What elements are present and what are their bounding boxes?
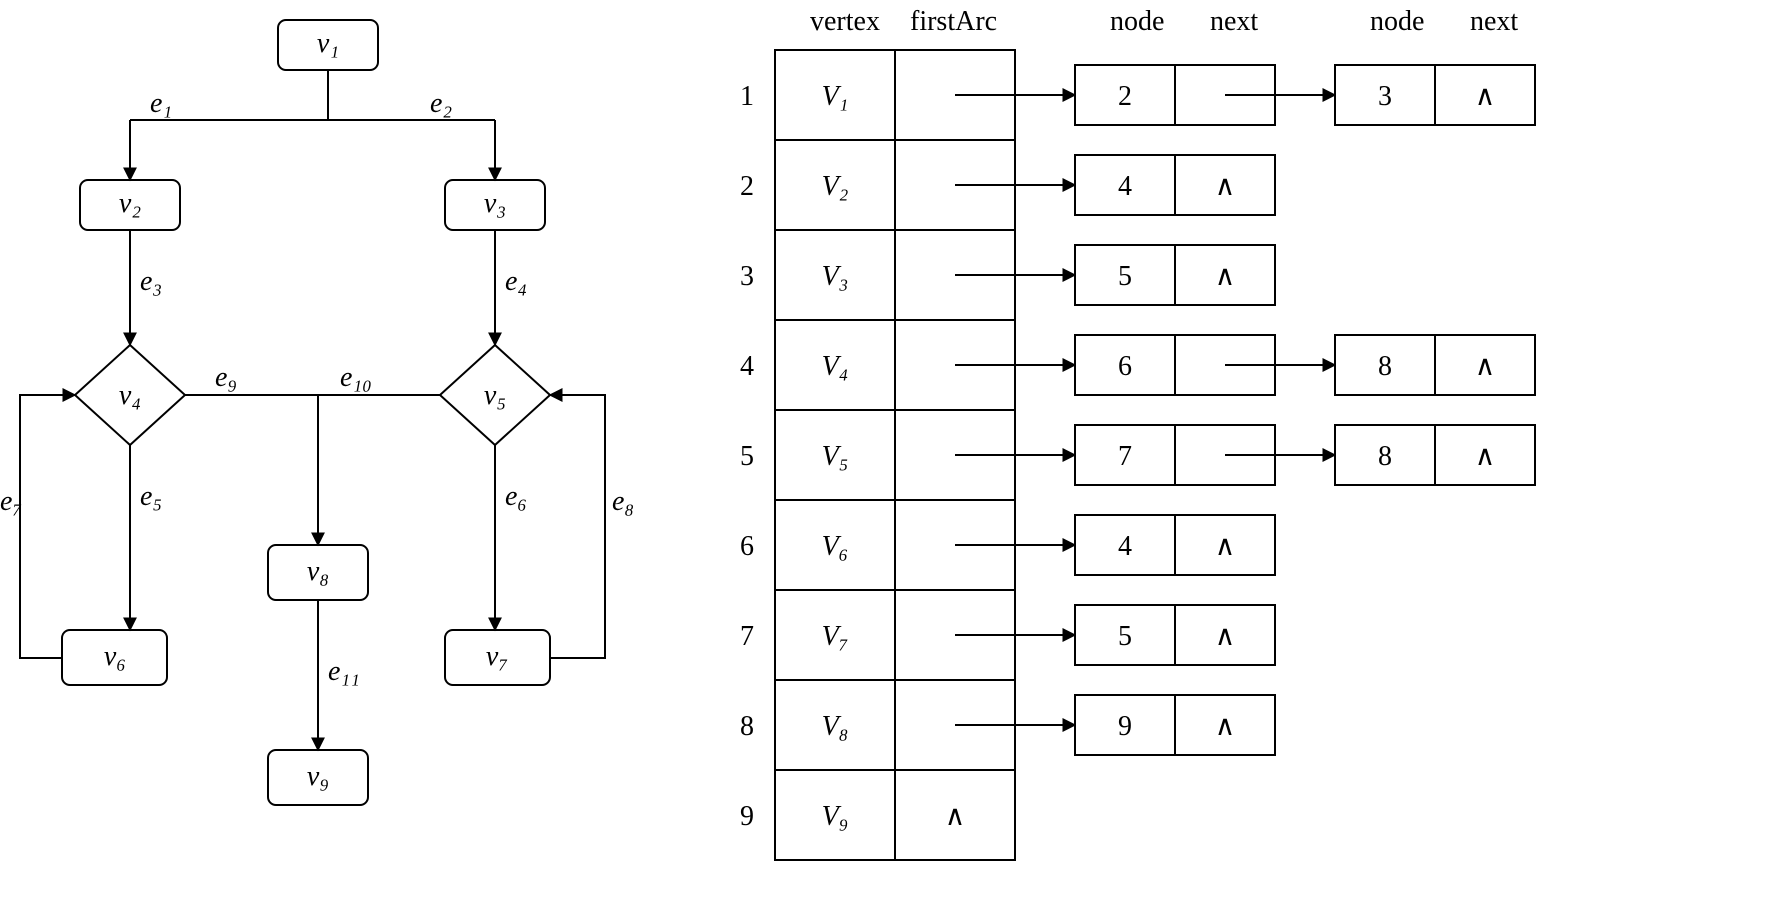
adj-r1-n1-node: 2	[1118, 81, 1132, 112]
vertex-cell-9: V₉	[822, 801, 849, 832]
edge-e11-label: e₁₁	[328, 656, 360, 687]
node-v3-label: v₃	[484, 188, 506, 219]
row-index-3: 3	[740, 261, 754, 292]
adj-r6-n1-null: ∧	[1215, 531, 1236, 562]
row-index-6: 6	[740, 531, 754, 562]
row-index-8: 8	[740, 711, 754, 742]
edge-e5-label: e₅	[140, 481, 162, 512]
vertex-cell-4: V₄	[822, 351, 849, 382]
vertex-cell-7: V₇	[822, 621, 849, 652]
adj-r8-n1-null: ∧	[1215, 711, 1236, 742]
flowchart: v₁ v₂ v₃ v₄ v₅ v₈ v₆ v₇ v₉ e₁ e	[0, 20, 634, 805]
node-v6-label: v₆	[104, 641, 126, 672]
edge-e8-label: e₈	[612, 486, 634, 517]
node-v9-label: v₉	[307, 761, 329, 792]
header-vertex: vertex	[810, 6, 880, 37]
node-v8-label: v₈	[307, 556, 329, 587]
row-index-1: 1	[740, 81, 754, 112]
adj-r8-n1-node: 9	[1118, 711, 1132, 742]
header-next-2: next	[1470, 6, 1518, 37]
adj-r3-n1-node: 5	[1118, 261, 1132, 292]
node-v5-label: v₅	[484, 380, 506, 411]
node-v7-label: v₇	[486, 641, 508, 672]
diagram-root: v₁ v₂ v₃ v₄ v₅ v₈ v₆ v₇ v₉ e₁ e	[0, 0, 1770, 898]
adjacency-table: vertex firstArc node next node next 1 V₁…	[740, 6, 1535, 860]
edge-e6-label: e₆	[505, 481, 527, 512]
header-node-1: node	[1110, 6, 1164, 37]
vertex-cell-2: V₂	[822, 171, 849, 202]
edge-e2-label: e₂	[430, 88, 452, 119]
row-index-5: 5	[740, 441, 754, 472]
vertex-cell-3: V₃	[822, 261, 849, 292]
adj-row-5: 7 8 ∧	[955, 425, 1535, 485]
adj-r2-n1-node: 4	[1118, 171, 1132, 202]
node-v2-label: v₂	[119, 188, 141, 219]
header-firstarc: firstArc	[910, 6, 997, 37]
edge-e1-label: e₁	[150, 88, 172, 119]
header-next-1: next	[1210, 6, 1258, 37]
adj-row-1: 2 3 ∧	[955, 65, 1535, 125]
edge-e7-label: e₇	[0, 486, 22, 517]
row-index-9: 9	[740, 801, 754, 832]
adj-r4-n1-node: 6	[1118, 351, 1132, 382]
header-node-2: node	[1370, 6, 1424, 37]
adj-r4-n2-null: ∧	[1475, 351, 1496, 382]
adj-r5-n1-node: 7	[1118, 441, 1132, 472]
adj-r3-n1-null: ∧	[1215, 261, 1236, 292]
edge-e3-label: e₃	[140, 266, 162, 297]
node-v1-label: v₁	[317, 28, 339, 59]
row-index-4: 4	[740, 351, 754, 382]
adj-r7-n1-null: ∧	[1215, 621, 1236, 652]
edge-e9-label: e₉	[215, 362, 237, 393]
adj-r1-n2-node: 3	[1378, 81, 1392, 112]
row-index-7: 7	[740, 621, 754, 652]
adj-r5-n2-node: 8	[1378, 441, 1392, 472]
vertex-cell-5: V₅	[822, 441, 849, 472]
adj-row-4: 6 8 ∧	[955, 335, 1535, 395]
row-index-2: 2	[740, 171, 754, 202]
adj-r6-n1-node: 4	[1118, 531, 1132, 562]
adj-r5-n2-null: ∧	[1475, 441, 1496, 472]
adj-r1-n2-null: ∧	[1475, 81, 1496, 112]
adj-r7-n1-node: 5	[1118, 621, 1132, 652]
vertex-cell-1: V₁	[822, 81, 849, 112]
edge-e4-label: e₄	[505, 266, 527, 297]
vertex-cell-9-null: ∧	[945, 801, 966, 832]
adj-r4-n2-node: 8	[1378, 351, 1392, 382]
adj-r2-n1-null: ∧	[1215, 171, 1236, 202]
vertex-cell-8: V₈	[822, 711, 849, 742]
vertex-cell-6: V₆	[822, 531, 849, 562]
node-v4-label: v₄	[119, 380, 141, 411]
edge-e10-label: e₁₀	[340, 362, 372, 393]
